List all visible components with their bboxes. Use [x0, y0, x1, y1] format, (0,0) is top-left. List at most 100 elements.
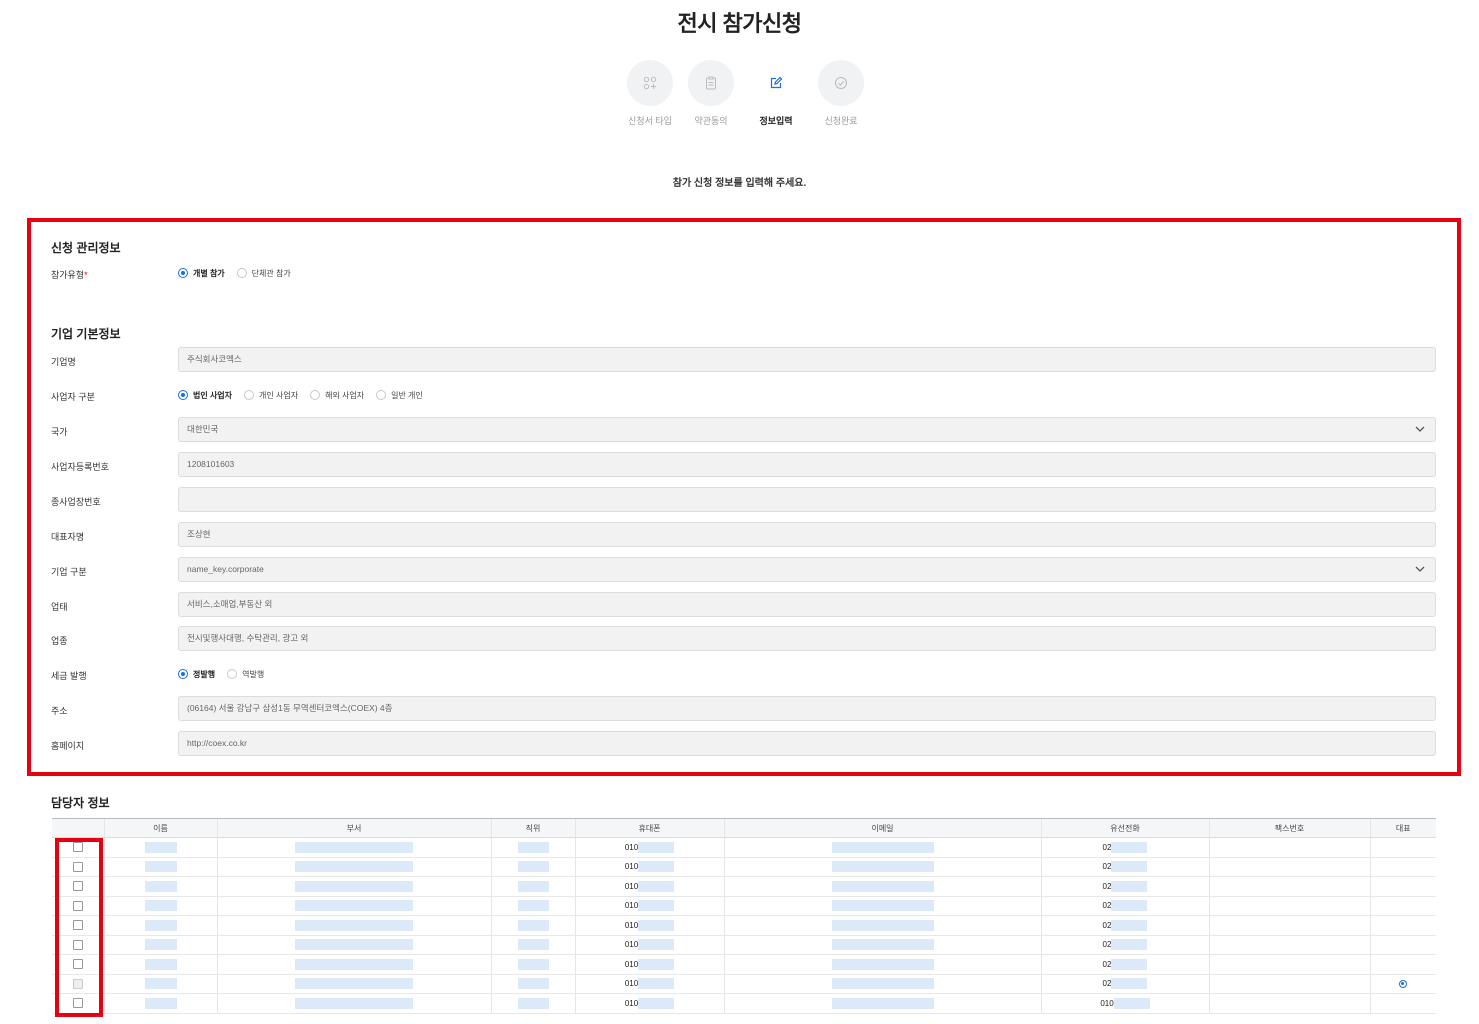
redacted-name — [144, 841, 177, 853]
section-title-management: 신청 관리정보 — [51, 241, 121, 255]
cell-department — [216, 896, 491, 916]
cell-name — [103, 935, 217, 955]
radio-reverse-issue[interactable]: 역발행 — [227, 669, 264, 680]
cell-fax — [1208, 954, 1370, 975]
mobile-prefix: 010 — [624, 920, 639, 930]
label-main-biz-no: 종사업장번호 — [51, 497, 101, 507]
cell-fax — [1208, 993, 1370, 1014]
cell-phone: 02 — [1040, 954, 1209, 975]
cell-name — [103, 857, 217, 877]
redacted-position — [517, 978, 549, 990]
redacted-email — [831, 919, 934, 931]
redacted-department — [295, 919, 413, 931]
ceo-field[interactable]: 조상현 — [178, 522, 1436, 547]
redacted-email — [831, 861, 934, 873]
col-phone: 유선전화 — [1040, 818, 1209, 838]
cell-representative — [1369, 876, 1436, 897]
label-address: 주소 — [51, 706, 68, 716]
redacted-name — [144, 880, 177, 892]
chevron-down-icon — [1415, 566, 1425, 572]
cell-email — [723, 915, 1041, 936]
redacted-position — [517, 880, 549, 892]
section-title-contacts: 담당자 정보 — [51, 796, 110, 810]
cell-email — [723, 974, 1041, 994]
cell-email — [723, 935, 1041, 955]
cell-position — [490, 837, 575, 858]
redacted-name — [144, 900, 177, 912]
col-fax: 팩스번호 — [1208, 818, 1370, 838]
cell-name — [103, 896, 217, 916]
participation-type-radio-group: 개별 참가 단체관 참가 — [178, 266, 303, 280]
mobile-prefix: 010 — [624, 959, 639, 969]
phone-prefix: 02 — [1102, 842, 1112, 852]
radio-individual-business[interactable]: 개인 사업자 — [244, 390, 298, 401]
cell-fax — [1208, 915, 1370, 936]
redacted-phone — [1111, 919, 1148, 931]
col-representative: 대표 — [1369, 818, 1436, 838]
homepage-field[interactable]: http://coex.co.kr — [178, 731, 1436, 756]
redacted-email — [831, 939, 934, 951]
redacted-department — [295, 841, 413, 853]
cell-mobile: 010 — [574, 935, 724, 955]
label-biz-reg-no: 사업자등록번호 — [51, 462, 109, 472]
cell-department — [216, 876, 491, 897]
label-tax-invoice: 세금 발행 — [51, 671, 87, 681]
cell-position — [490, 896, 575, 916]
step-info-input: 정보입력 — [746, 60, 806, 127]
radio-individual[interactable]: 개별 참가 — [178, 268, 225, 279]
redacted-position — [517, 919, 549, 931]
label-business-type: 사업자 구분 — [51, 392, 95, 402]
industry-field[interactable]: 서비스,소매업,부동산 외 — [178, 592, 1436, 617]
cell-mobile: 010 — [574, 857, 724, 877]
main-biz-no-field[interactable] — [178, 487, 1436, 512]
phone-prefix: 02 — [1102, 920, 1112, 930]
cell-phone: 02 — [1040, 935, 1209, 955]
cell-mobile: 010 — [574, 974, 724, 994]
col-select — [52, 818, 104, 838]
cell-name — [103, 993, 217, 1014]
address-field[interactable]: (06164) 서울 강남구 삼성1동 무역센터코엑스(COEX) 4층 — [178, 696, 1436, 721]
redacted-position — [517, 939, 549, 951]
cell-department — [216, 857, 491, 877]
cell-mobile: 010 — [574, 993, 724, 1014]
redacted-mobile — [638, 900, 675, 912]
redacted-mobile — [638, 919, 675, 931]
cell-department — [216, 935, 491, 955]
radio-group-pavilion[interactable]: 단체관 참가 — [236, 268, 291, 279]
redacted-department — [295, 880, 413, 892]
cell-email — [723, 837, 1041, 858]
company-type-select[interactable]: name_key.corporate — [178, 557, 1436, 582]
table-row: 010 02 — [52, 896, 1436, 916]
cell-representative — [1369, 857, 1436, 877]
cell-representative — [1369, 954, 1436, 975]
mobile-prefix: 010 — [624, 901, 639, 911]
cell-position — [490, 915, 575, 936]
redacted-name — [144, 919, 177, 931]
redacted-mobile — [638, 939, 675, 951]
radio-overseas-business[interactable]: 해외 사업자 — [310, 390, 364, 401]
progress-steps: 신청서 타입 약관동의 정보입력 신청완료 — [620, 60, 870, 130]
redacted-email — [831, 900, 934, 912]
radio-general-individual[interactable]: 일반 개인 — [376, 390, 423, 401]
cell-position — [490, 974, 575, 994]
cell-representative — [1369, 935, 1436, 955]
category-field[interactable]: 전시및행사대행, 수탁관리, 광고 외 — [178, 626, 1436, 651]
redacted-phone — [1111, 861, 1148, 873]
cell-name — [103, 876, 217, 897]
cell-representative — [1369, 974, 1436, 994]
radio-forward-issue[interactable]: 정발행 — [178, 669, 215, 680]
cell-phone: 02 — [1040, 876, 1209, 897]
country-select[interactable]: 대한민국 — [178, 417, 1436, 442]
cell-email — [723, 876, 1041, 897]
company-name-field[interactable]: 주식회사코엑스 — [178, 347, 1436, 372]
step-complete: 신청완료 — [811, 60, 871, 127]
cell-position — [490, 876, 575, 897]
cell-mobile: 010 — [574, 896, 724, 916]
representative-radio[interactable] — [1399, 980, 1408, 989]
cell-fax — [1208, 876, 1370, 897]
biz-reg-no-field[interactable]: 1208101603 — [178, 452, 1436, 477]
cell-mobile: 010 — [574, 876, 724, 897]
cell-phone: 02 — [1040, 837, 1209, 858]
radio-corporate[interactable]: 법인 사업자 — [178, 390, 232, 401]
cell-department — [216, 993, 491, 1014]
